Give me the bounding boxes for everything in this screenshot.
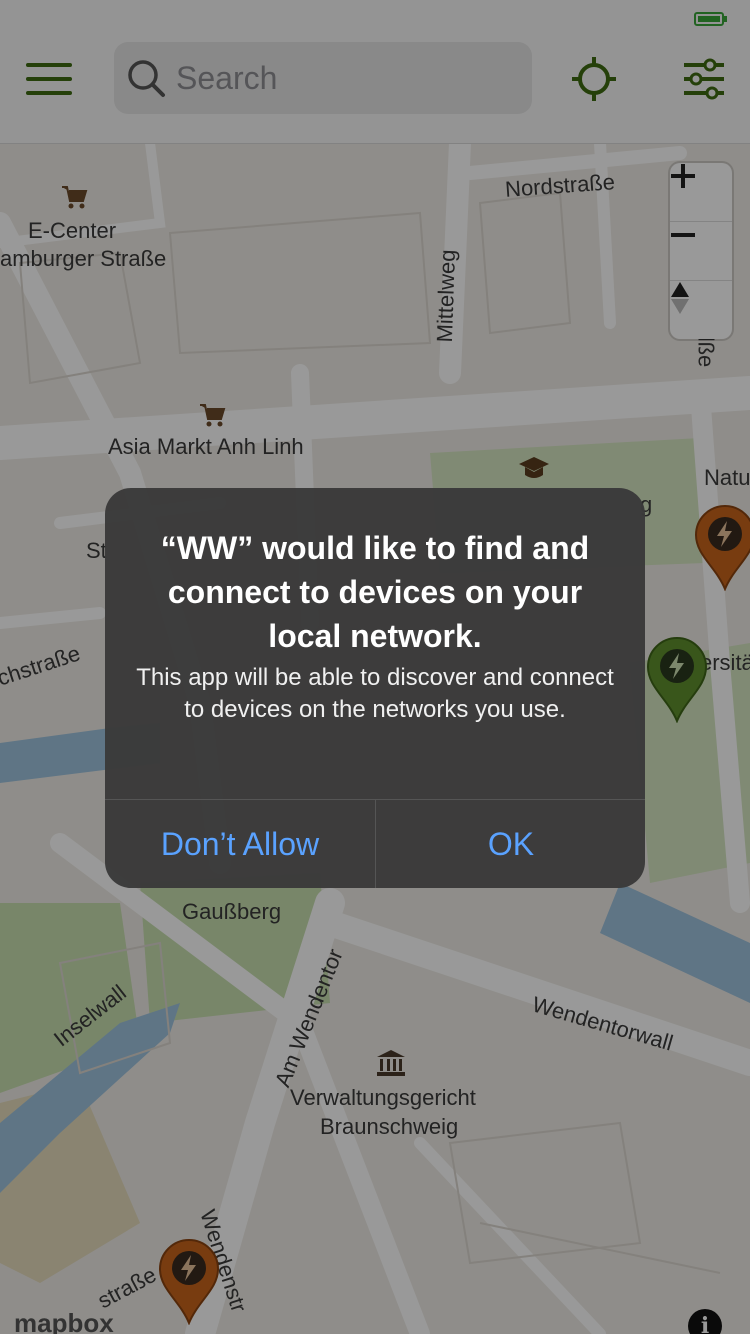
dialog-title: “WW” would like to find and connect to d… <box>160 530 590 654</box>
ok-button[interactable]: OK <box>376 800 645 888</box>
dialog-message: This app will be able to discover and co… <box>136 664 614 723</box>
local-network-permission-dialog: “WW” would like to find and connect to d… <box>105 488 645 888</box>
dont-allow-button[interactable]: Don’t Allow <box>105 800 375 888</box>
